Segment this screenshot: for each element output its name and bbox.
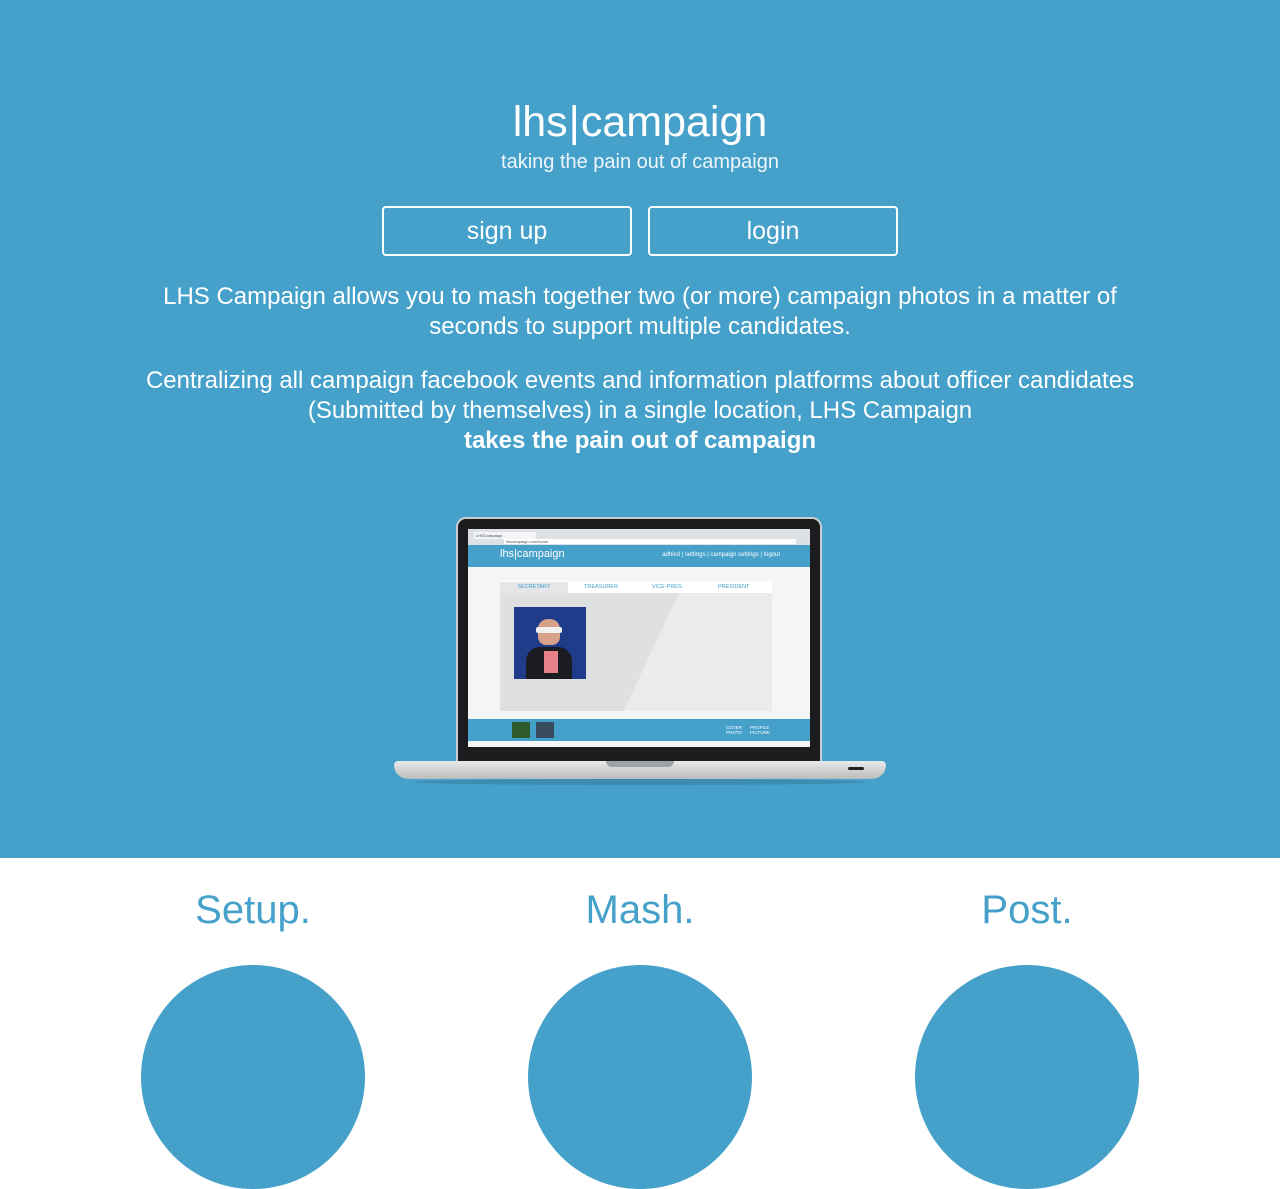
mockup-cover-photo-label: COVER PHOTO bbox=[726, 725, 743, 735]
step-title-post: Post. bbox=[981, 888, 1073, 932]
laptop-led bbox=[848, 767, 864, 770]
laptop-mockup: LHSCampaign lhscampaign.com/home lhs|cam… bbox=[394, 517, 886, 785]
mockup-tab-president: PRESIDENT bbox=[718, 584, 750, 590]
brand-left: lhs bbox=[512, 98, 568, 146]
mockup-bottom-bar: COVER PHOTO PROFILE PICTURE bbox=[468, 719, 810, 741]
mockup-tabs: SECRETARY TREASURER VICE-PRES. PRESIDENT bbox=[500, 582, 772, 593]
browser-chrome: LHSCampaign lhscampaign.com/home bbox=[468, 529, 810, 545]
mockup-thumbnail bbox=[536, 722, 554, 738]
step-title-setup: Setup. bbox=[195, 888, 311, 932]
step-circle-setup bbox=[141, 965, 365, 1189]
hero-section: lhs|campaign taking the pain out of camp… bbox=[0, 0, 1280, 858]
screen-glare bbox=[588, 593, 772, 711]
brand-right: campaign bbox=[580, 98, 768, 146]
mockup-tab-secretary: SECRETARY bbox=[500, 582, 568, 593]
browser-url: lhscampaign.com/home bbox=[504, 539, 796, 544]
laptop-notch bbox=[606, 761, 674, 767]
mockup-logo: lhs|campaign bbox=[500, 548, 565, 560]
mockup-thumbnail bbox=[512, 722, 530, 738]
laptop-shadow bbox=[414, 779, 866, 785]
laptop-lid: LHSCampaign lhscampaign.com/home lhs|cam… bbox=[456, 517, 822, 765]
step-title-mash: Mash. bbox=[585, 888, 695, 932]
laptop-screen: LHSCampaign lhscampaign.com/home lhs|cam… bbox=[468, 529, 810, 747]
tagline: taking the pain out of campaign bbox=[501, 151, 779, 173]
mockup-app-bar: lhs|campaign adhivd | settings | campaig… bbox=[468, 545, 810, 567]
mockup-candidate-photo bbox=[514, 607, 586, 679]
brand-separator: | bbox=[568, 98, 580, 146]
browser-tab: LHSCampaign bbox=[474, 532, 536, 539]
intro-paragraph-2: Centralizing all campaign facebook event… bbox=[130, 366, 1150, 456]
brand-logo: lhs|campaign bbox=[0, 98, 1280, 147]
mockup-profile-picture-label: PROFILE PICTURE bbox=[750, 725, 770, 735]
login-button[interactable]: login bbox=[648, 206, 898, 256]
intro-paragraph-2-strong: takes the pain out of campaign bbox=[463, 427, 817, 454]
mockup-menu: adhivd | settings | campaign settings | … bbox=[662, 552, 780, 558]
mockup-tab-vice-pres: VICE-PRES. bbox=[652, 584, 684, 590]
step-circle-post bbox=[915, 965, 1139, 1189]
sign-up-button[interactable]: sign up bbox=[382, 206, 632, 256]
step-circle-mash bbox=[528, 965, 752, 1189]
intro-paragraph-1: LHS Campaign allows you to mash together… bbox=[163, 283, 1117, 340]
mockup-tab-treasurer: TREASURER bbox=[584, 584, 618, 590]
intro-paragraph-2-text: Centralizing all campaign facebook event… bbox=[145, 367, 1135, 424]
